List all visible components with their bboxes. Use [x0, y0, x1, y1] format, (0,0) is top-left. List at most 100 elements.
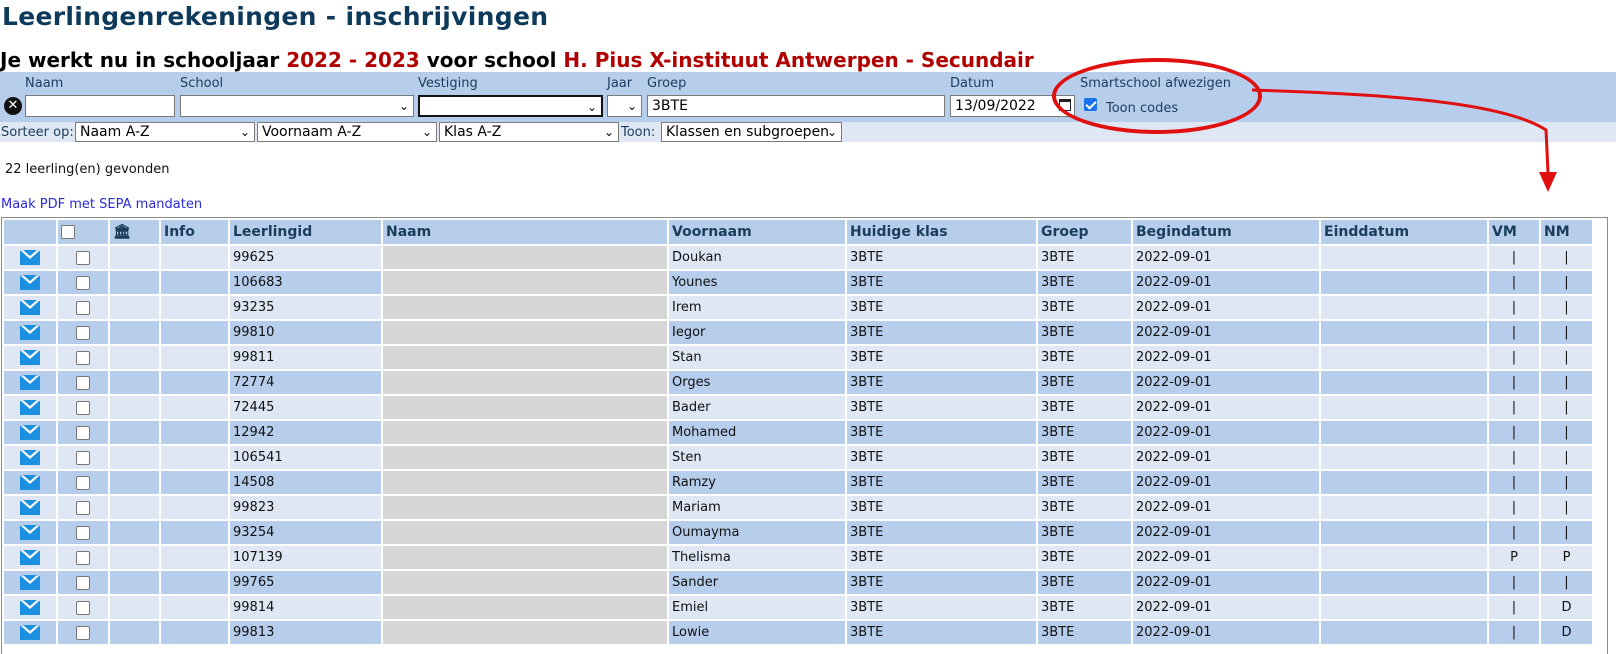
row-checkbox[interactable]	[76, 500, 90, 515]
klas-header[interactable]: Huidige klas	[847, 220, 1036, 244]
school-cell	[110, 621, 159, 644]
mail-icon[interactable]	[20, 374, 40, 390]
school-cell	[110, 596, 159, 619]
begindatum-cell: 2022-09-01	[1133, 271, 1319, 294]
klas-cell: 3BTE	[847, 621, 1036, 644]
voornaam-cell: Irem	[669, 296, 845, 319]
row-checkbox[interactable]	[76, 550, 90, 565]
mail-icon[interactable]	[20, 424, 40, 440]
mail-icon[interactable]	[20, 524, 40, 540]
groep-header[interactable]: Groep	[1038, 220, 1131, 244]
school-building-icon: 🏛	[113, 224, 131, 240]
mail-icon[interactable]	[20, 324, 40, 340]
mail-icon[interactable]	[20, 274, 40, 290]
naam-cell-redacted	[383, 521, 667, 544]
mail-icon[interactable]	[20, 249, 40, 265]
toon-select[interactable]: Klassen en subgroepen ⌄	[661, 122, 842, 142]
vestiging-select[interactable]: ⌄	[418, 95, 603, 117]
table-row: 93254 Oumayma 3BTE 3BTE 2022-09-01 | |	[4, 521, 1592, 544]
mail-cell	[4, 496, 56, 519]
table-row: 72445 Bader 3BTE 3BTE 2022-09-01 | |	[4, 396, 1592, 419]
row-checkbox[interactable]	[76, 525, 90, 540]
nm-cell: D	[1541, 621, 1592, 644]
leerlingid-cell: 99813	[230, 621, 381, 644]
begindatum-header[interactable]: Begindatum	[1133, 220, 1319, 244]
leerlingid-cell: 99810	[230, 321, 381, 344]
sort-select-1[interactable]: Naam A-Z ⌄	[75, 122, 255, 142]
row-checkbox[interactable]	[76, 300, 90, 315]
clear-filters-icon[interactable]: ✕	[4, 97, 22, 115]
klas-cell: 3BTE	[847, 371, 1036, 394]
mail-icon[interactable]	[20, 499, 40, 515]
select-cell	[58, 471, 108, 494]
mail-icon[interactable]	[20, 299, 40, 315]
row-checkbox[interactable]	[76, 575, 90, 590]
naam-input[interactable]	[25, 95, 175, 117]
naam-cell-redacted	[383, 571, 667, 594]
mail-icon[interactable]	[20, 574, 40, 590]
row-checkbox[interactable]	[76, 275, 90, 290]
einddatum-cell	[1321, 271, 1487, 294]
leerlingid-cell: 99625	[230, 246, 381, 269]
row-checkbox[interactable]	[76, 325, 90, 340]
info-cell	[161, 446, 228, 469]
row-checkbox[interactable]	[76, 475, 90, 490]
naam-cell-redacted	[383, 371, 667, 394]
mail-icon[interactable]	[20, 624, 40, 640]
sort-select-3[interactable]: Klas A-Z ⌄	[439, 122, 619, 142]
naam-cell-redacted	[383, 546, 667, 569]
row-checkbox[interactable]	[76, 600, 90, 615]
mail-icon[interactable]	[20, 474, 40, 490]
vm-cell: P	[1489, 546, 1539, 569]
begindatum-cell: 2022-09-01	[1133, 371, 1319, 394]
sepa-pdf-link[interactable]: Maak PDF met SEPA mandaten	[1, 197, 202, 212]
voornaam-cell: Sander	[669, 571, 845, 594]
row-checkbox[interactable]	[76, 375, 90, 390]
groep-cell: 3BTE	[1038, 271, 1131, 294]
mail-icon[interactable]	[20, 549, 40, 565]
nm-cell: P	[1541, 546, 1592, 569]
leerlingid-header[interactable]: Leerlingid	[230, 220, 381, 244]
leerlingid-cell: 93235	[230, 296, 381, 319]
groep-cell: 3BTE	[1038, 396, 1131, 419]
table-row: 72774 Orges 3BTE 3BTE 2022-09-01 | |	[4, 371, 1592, 394]
mail-icon[interactable]	[20, 599, 40, 615]
select-cell	[58, 546, 108, 569]
row-checkbox[interactable]	[76, 450, 90, 465]
mail-cell	[4, 346, 56, 369]
mail-icon[interactable]	[20, 449, 40, 465]
table-row: 99765 Sander 3BTE 3BTE 2022-09-01 | |	[4, 571, 1592, 594]
info-header[interactable]: Info	[161, 220, 228, 244]
row-checkbox[interactable]	[76, 425, 90, 440]
einddatum-header[interactable]: Einddatum	[1321, 220, 1487, 244]
einddatum-cell	[1321, 246, 1487, 269]
begindatum-cell: 2022-09-01	[1133, 471, 1319, 494]
mail-cell	[4, 246, 56, 269]
mail-icon[interactable]	[20, 399, 40, 415]
chevron-down-icon: ⌄	[239, 125, 250, 139]
select-all-checkbox[interactable]	[61, 225, 75, 239]
mail-cell	[4, 621, 56, 644]
jaar-select[interactable]: ⌄	[607, 95, 642, 117]
naam-header[interactable]: Naam	[383, 220, 667, 244]
sort-select-2[interactable]: Voornaam A-Z ⌄	[257, 122, 437, 142]
row-checkbox[interactable]	[76, 350, 90, 365]
naam-cell-redacted	[383, 346, 667, 369]
select-cell	[58, 621, 108, 644]
nm-cell: |	[1541, 471, 1592, 494]
einddatum-cell	[1321, 371, 1487, 394]
voornaam-header[interactable]: Voornaam	[669, 220, 845, 244]
select-cell	[58, 421, 108, 444]
school-select[interactable]: ⌄	[180, 95, 414, 117]
row-checkbox[interactable]	[76, 250, 90, 265]
mail-icon[interactable]	[20, 349, 40, 365]
chevron-down-icon: ⌄	[586, 100, 597, 114]
table-row: 93235 Irem 3BTE 3BTE 2022-09-01 | |	[4, 296, 1592, 319]
row-checkbox[interactable]	[76, 625, 90, 640]
einddatum-cell	[1321, 346, 1487, 369]
info-cell	[161, 321, 228, 344]
row-checkbox[interactable]	[76, 400, 90, 415]
groep-input[interactable]	[647, 95, 945, 117]
groep-cell: 3BTE	[1038, 246, 1131, 269]
naam-cell-redacted	[383, 321, 667, 344]
